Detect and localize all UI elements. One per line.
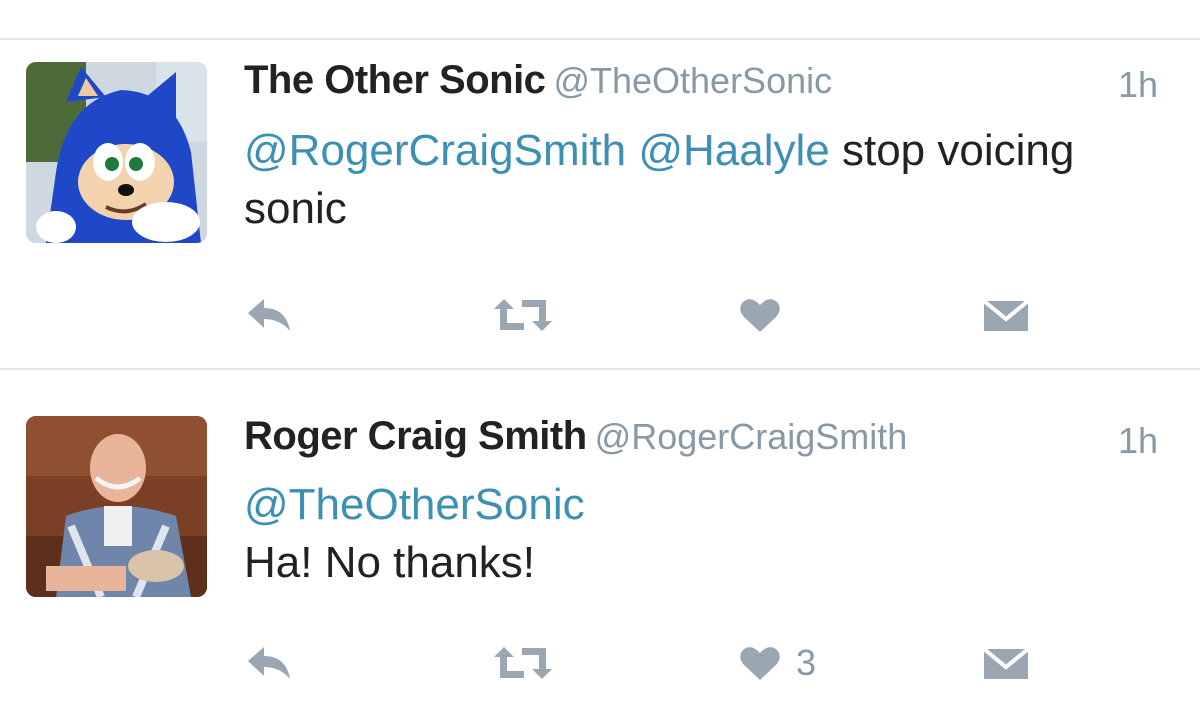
- tweet-card[interactable]: Roger Craig Smith @RogerCraigSmith 1h @Th…: [0, 372, 1200, 713]
- retweet-button[interactable]: [494, 638, 552, 688]
- like-count: 3: [796, 642, 817, 683]
- tweet-text-fragment: sonic: [244, 184, 347, 233]
- tweet-text-fragment: Ha! No thanks!: [244, 538, 536, 587]
- avatar[interactable]: [26, 416, 207, 597]
- envelope-icon: [984, 647, 1028, 679]
- heart-icon: [740, 299, 780, 332]
- heart-icon: [740, 647, 780, 680]
- tweet-actions: [0, 290, 1200, 340]
- user-handle[interactable]: @RogerCraigSmith: [595, 416, 908, 457]
- tweet-header: Roger Craig Smith @RogerCraigSmith: [244, 414, 907, 459]
- tweet-text: @TheOtherSonic Ha! No thanks!: [244, 476, 1144, 592]
- reply-icon: [248, 647, 290, 679]
- user-handle[interactable]: @TheOtherSonic: [553, 60, 832, 101]
- display-name[interactable]: Roger Craig Smith: [244, 414, 587, 458]
- mention-link[interactable]: @TheOtherSonic: [244, 480, 585, 529]
- display-name[interactable]: The Other Sonic: [244, 58, 546, 102]
- tweet-header: The Other Sonic @TheOtherSonic: [244, 58, 832, 103]
- person-avatar-icon: [26, 416, 207, 597]
- reply-button[interactable]: [246, 638, 292, 688]
- direct-message-button[interactable]: [984, 638, 1028, 688]
- timestamp[interactable]: 1h: [1118, 64, 1158, 106]
- divider-between-tweets: [0, 368, 1200, 370]
- mention-link[interactable]: @Haalyle: [638, 126, 829, 175]
- retweet-icon: [494, 647, 552, 679]
- envelope-icon: [984, 299, 1028, 331]
- tweet-card[interactable]: The Other Sonic @TheOtherSonic 1h @RogerC…: [0, 40, 1200, 368]
- like-button[interactable]: 3: [740, 638, 816, 688]
- tweet-text: @RogerCraigSmith @Haalyle stop voicing s…: [244, 122, 1144, 238]
- mention-link[interactable]: @RogerCraigSmith: [244, 126, 626, 175]
- reply-icon: [248, 299, 290, 331]
- tweet-actions: 3: [0, 638, 1200, 688]
- avatar[interactable]: [26, 62, 207, 243]
- tweet-text-fragment: stop voicing: [829, 126, 1075, 175]
- like-button[interactable]: [740, 290, 796, 340]
- reply-button[interactable]: [246, 290, 292, 340]
- sonic-avatar-icon: [26, 62, 207, 243]
- retweet-icon: [494, 299, 552, 331]
- timestamp[interactable]: 1h: [1118, 420, 1158, 462]
- retweet-button[interactable]: [494, 290, 552, 340]
- direct-message-button[interactable]: [984, 290, 1028, 340]
- top-gap: [0, 0, 1200, 38]
